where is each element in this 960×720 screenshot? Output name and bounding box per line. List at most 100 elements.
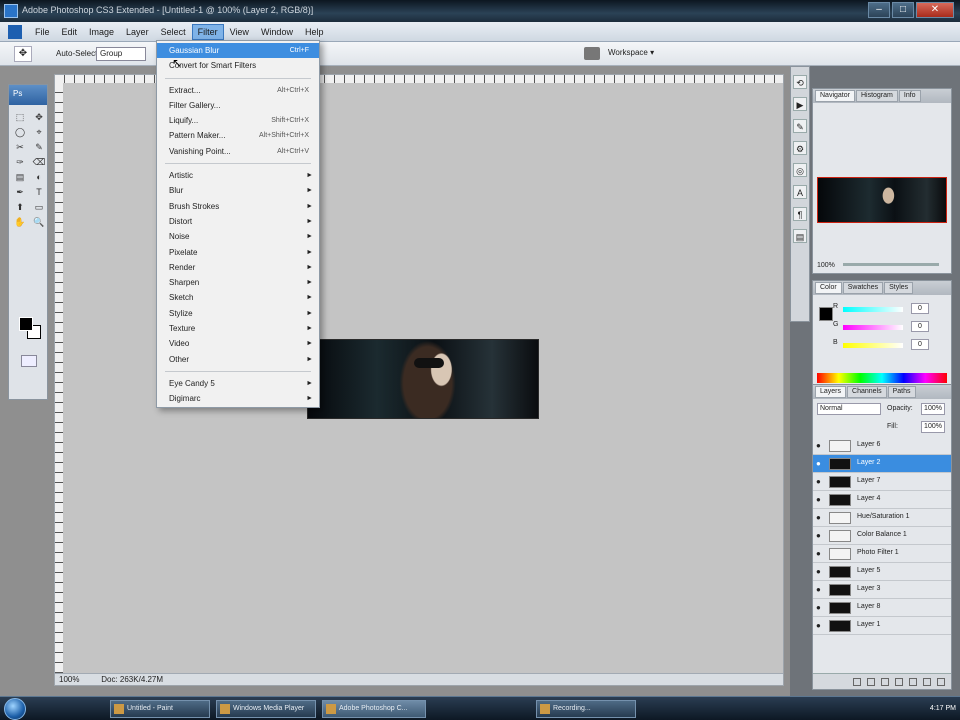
navigator-tab[interactable]: Navigator [815, 90, 855, 102]
paragraph-icon[interactable]: ¶ [793, 207, 807, 221]
color-tab[interactable]: Swatches [842, 282, 884, 294]
tool-icon[interactable]: ✑ [12, 156, 28, 168]
filter-menu-item[interactable]: Digimarc ► [157, 391, 319, 406]
filter-menu-item[interactable]: Sharpen ► [157, 275, 319, 290]
tool-icon[interactable]: ◐ [31, 171, 47, 183]
filter-menu-item[interactable]: Eye Candy 5 ► [157, 376, 319, 391]
workspace-menu[interactable]: Workspace ▾ [608, 48, 654, 57]
fill-field[interactable]: 100% [921, 421, 945, 433]
brushes-icon[interactable]: ✎ [793, 119, 807, 133]
clone-source-icon[interactable]: ◎ [793, 163, 807, 177]
taskbar-button[interactable]: Windows Media Player [216, 700, 316, 718]
layer-style-icon[interactable] [867, 677, 875, 686]
layer-row[interactable]: ● Layer 6 [813, 437, 951, 455]
filter-menu-item[interactable]: Extract... Alt+Ctrl+X [157, 83, 319, 98]
tool-icon[interactable]: ✋ [12, 216, 28, 228]
filter-menu-item[interactable]: Artistic ► [157, 168, 319, 183]
filter-menu-item[interactable]: Pattern Maker... Alt+Shift+Ctrl+X [157, 128, 319, 143]
visibility-eye-icon[interactable]: ● [816, 531, 821, 540]
channel-slider[interactable] [843, 343, 903, 348]
visibility-eye-icon[interactable]: ● [816, 603, 821, 612]
layer-row[interactable]: ● Photo Filter 1 [813, 545, 951, 563]
filter-menu-item[interactable]: Distort ► [157, 214, 319, 229]
vertical-ruler[interactable] [55, 83, 63, 673]
filter-menu-item[interactable]: Stylize ► [157, 306, 319, 321]
menu-select[interactable]: Select [156, 25, 191, 39]
filter-menu-item[interactable]: Texture ► [157, 321, 319, 336]
menu-filter[interactable]: Filter [191, 23, 224, 40]
system-clock[interactable]: 4:17 PM [886, 700, 956, 718]
visibility-eye-icon[interactable]: ● [816, 459, 821, 468]
adjustment-layer-icon[interactable] [895, 677, 903, 686]
close-button[interactable]: ✕ [916, 2, 954, 18]
tool-icon[interactable]: 🔍 [31, 216, 47, 228]
filter-menu-item[interactable]: Filter Gallery... [157, 98, 319, 113]
layer-comps-icon[interactable]: ▤ [793, 229, 807, 243]
visibility-eye-icon[interactable]: ● [816, 441, 821, 450]
quick-mask-button[interactable] [21, 355, 37, 367]
auto-select-dropdown[interactable]: Group [96, 47, 146, 61]
visibility-eye-icon[interactable]: ● [816, 621, 821, 630]
tool-icon[interactable]: ▤ [12, 171, 28, 183]
visibility-eye-icon[interactable]: ● [816, 495, 821, 504]
menu-help[interactable]: Help [300, 25, 329, 39]
minimize-button[interactable]: – [868, 2, 890, 18]
filter-menu-item[interactable]: Pixelate ► [157, 245, 319, 260]
filter-menu-item[interactable]: Vanishing Point... Alt+Ctrl+V [157, 144, 319, 159]
navigator-thumbnail[interactable] [817, 177, 947, 223]
tool-icon[interactable]: ⌫ [31, 156, 47, 168]
layer-row[interactable]: ● Layer 1 [813, 617, 951, 635]
menu-edit[interactable]: Edit [57, 25, 83, 39]
opacity-field[interactable]: 100% [921, 403, 945, 415]
navigator-tab[interactable]: Histogram [855, 90, 898, 102]
layers-tab[interactable]: Paths [887, 386, 916, 398]
menu-layer[interactable]: Layer [121, 25, 154, 39]
color-tab[interactable]: Color [815, 282, 842, 294]
foreground-color-swatch[interactable] [19, 317, 33, 331]
filter-menu-item[interactable]: Sketch ► [157, 290, 319, 305]
visibility-eye-icon[interactable]: ● [816, 585, 821, 594]
tool-icon[interactable]: ⌖ [31, 126, 47, 138]
menu-image[interactable]: Image [84, 25, 119, 39]
delete-layer-icon[interactable] [937, 677, 945, 686]
tool-icon[interactable]: ✒ [12, 186, 28, 198]
new-layer-icon[interactable] [923, 677, 931, 686]
channel-value-field[interactable]: 0 [911, 303, 929, 314]
layers-tab[interactable]: Layers [815, 386, 847, 398]
layer-row[interactable]: ● Layer 7 [813, 473, 951, 491]
visibility-eye-icon[interactable]: ● [816, 513, 821, 522]
actions-icon[interactable]: ▶ [793, 97, 807, 111]
color-tab[interactable]: Styles [884, 282, 914, 294]
blend-mode-select[interactable]: Normal [817, 403, 881, 415]
filter-menu-item[interactable]: Video ► [157, 336, 319, 351]
tool-icon[interactable]: ▭ [31, 201, 47, 213]
visibility-eye-icon[interactable]: ● [816, 567, 821, 576]
layer-row[interactable]: ● Layer 3 [813, 581, 951, 599]
filter-menu-item[interactable]: Render ► [157, 260, 319, 275]
maximize-button[interactable]: □ [892, 2, 914, 18]
layers-tab[interactable]: Channels [847, 386, 887, 398]
layer-row[interactable]: ● Hue/Saturation 1 [813, 509, 951, 527]
layer-row[interactable]: ● Layer 5 [813, 563, 951, 581]
tool-icon[interactable]: ⬚ [12, 111, 28, 123]
color-panel-foreground-swatch[interactable] [819, 307, 833, 321]
tool-icon[interactable]: ✂ [12, 141, 28, 153]
image-canvas[interactable] [307, 339, 539, 419]
menu-file[interactable]: File [30, 25, 55, 39]
tool-icon[interactable]: ⬆ [12, 201, 28, 213]
add-mask-icon[interactable] [881, 677, 889, 686]
channel-slider[interactable] [843, 325, 903, 330]
visibility-eye-icon[interactable]: ● [816, 549, 821, 558]
navigator-tab[interactable]: Info [898, 90, 921, 102]
visibility-eye-icon[interactable]: ● [816, 477, 821, 486]
color-spectrum-bar[interactable] [817, 373, 947, 383]
tool-icon[interactable]: ◯ [12, 126, 28, 138]
taskbar-button[interactable]: Untitled - Paint [110, 700, 210, 718]
navigator-zoom-slider[interactable] [843, 263, 939, 266]
start-button[interactable] [4, 698, 26, 720]
tool-presets-icon[interactable]: ⚙ [793, 141, 807, 155]
taskbar-button[interactable]: Adobe Photoshop C... [322, 700, 426, 718]
menu-window[interactable]: Window [256, 25, 298, 39]
link-layers-icon[interactable] [853, 677, 861, 686]
filter-menu-item[interactable]: Liquify... Shift+Ctrl+X [157, 113, 319, 128]
